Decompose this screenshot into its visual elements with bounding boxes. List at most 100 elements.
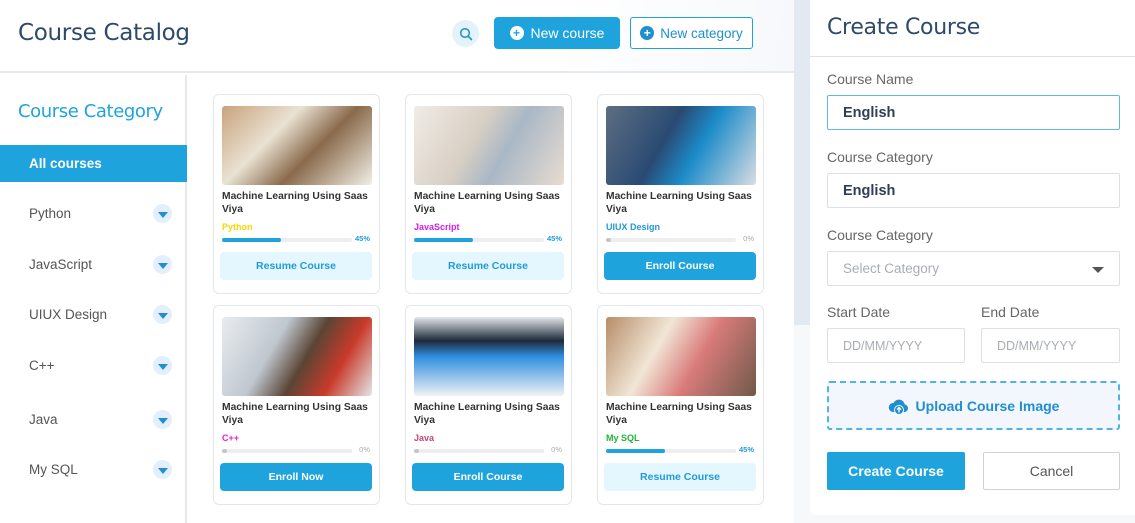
course-category: Python (222, 222, 253, 232)
course-card[interactable]: Machine Learning Using Saas Viya C++ 0% Enr… (213, 305, 380, 505)
sidebar-item-java[interactable]: Java (0, 401, 187, 438)
create-course-button[interactable]: Create Course (827, 452, 965, 490)
course-title: Machine Learning Using Saas Viya (222, 191, 368, 215)
course-thumbnail (414, 317, 564, 396)
course-category: C++ (222, 433, 240, 443)
catalog-main: Course Catalog + New course + New catego… (0, 0, 794, 523)
new-course-label: New course (530, 25, 605, 41)
progress-percent: 0% (551, 445, 562, 454)
upload-image-dropzone[interactable]: Upload Course Image (827, 381, 1120, 430)
course-action-button[interactable]: Resume Course (412, 252, 564, 280)
course-title: Machine Learning Using Saas Viya (414, 191, 560, 215)
chevron-down-icon[interactable] (153, 410, 172, 429)
progress-bar (222, 449, 352, 453)
course-category: UIUX Design (606, 222, 661, 232)
progress-fill (222, 449, 228, 453)
sidebar-item-label: All courses (29, 156, 102, 171)
course-thumbnail (606, 106, 756, 185)
progress-fill (222, 238, 281, 242)
select-placeholder: Select Category (843, 261, 940, 276)
progress-percent: 45% (546, 234, 562, 243)
course-title: Machine Learning Using Saas Viya (414, 402, 560, 426)
sidebar-item-label: Java (29, 412, 58, 427)
course-category: Java (414, 433, 435, 443)
sidebar-item-uiux-design[interactable]: UIUX Design (0, 296, 187, 333)
caret-down-icon (1092, 267, 1104, 273)
sidebar-item-label: C++ (29, 358, 55, 373)
plus-circle-icon: + (509, 26, 524, 40)
course-action-button[interactable]: Resume Course (220, 252, 372, 280)
sidebar-title: Course Category (18, 101, 163, 122)
search-icon (459, 27, 472, 40)
sidebar-item-javascript[interactable]: JavaScript (0, 246, 187, 283)
create-course-panel: Create Course Course Name English Course… (810, 0, 1135, 515)
chevron-down-icon[interactable] (153, 460, 172, 479)
course-name-label: Course Name (827, 71, 914, 87)
progress-fill (606, 449, 665, 453)
course-card[interactable]: Machine Learning Using Saas Viya JavaScri… (405, 94, 572, 294)
course-category-select-label: Course Category (827, 227, 933, 243)
course-card[interactable]: Machine Learning Using Saas Viya My SQL 45… (597, 305, 764, 505)
progress-bar (414, 238, 544, 242)
progress-percent: 0% (743, 234, 754, 243)
chevron-down-icon[interactable] (153, 204, 172, 223)
course-action-button[interactable]: Enroll Course (604, 252, 756, 280)
upload-label: Upload Course Image (915, 397, 1060, 414)
scrollbar[interactable] (794, 0, 810, 325)
new-course-button[interactable]: + New course (494, 17, 620, 49)
progress-percent: 45% (738, 445, 754, 454)
course-name-value: English (843, 104, 896, 121)
start-date-input[interactable]: DD/MM/YYYY (827, 328, 965, 363)
search-button[interactable] (452, 20, 479, 47)
progress-bar (606, 449, 736, 453)
course-thumbnail (414, 106, 564, 185)
chevron-down-icon[interactable] (153, 356, 172, 375)
progress-percent: 0% (359, 445, 370, 454)
course-category-input[interactable]: English (827, 173, 1120, 208)
cancel-button[interactable]: Cancel (983, 452, 1120, 490)
course-thumbnail (606, 317, 756, 396)
course-category: My SQL (606, 433, 640, 443)
chevron-down-icon[interactable] (153, 255, 172, 274)
sidebar-item-label: Python (29, 206, 72, 221)
course-thumbnail (222, 317, 372, 396)
course-card[interactable]: Machine Learning Using Saas Viya Java 0% En… (405, 305, 572, 505)
sidebar-item-python[interactable]: Python (0, 195, 187, 232)
panel-title: Create Course (827, 15, 981, 40)
sidebar-item-mysql[interactable]: My SQL (0, 451, 187, 488)
sidebar-item-label: My SQL (29, 462, 78, 477)
sidebar-item-cpp[interactable]: C++ (0, 347, 187, 384)
end-date-label: End Date (981, 304, 1040, 320)
progress-bar (606, 238, 736, 242)
end-date-input[interactable]: DD/MM/YYYY (981, 328, 1120, 363)
course-category: JavaScript (414, 222, 460, 232)
start-date-placeholder: DD/MM/YYYY (843, 338, 923, 353)
category-select[interactable]: Select Category (827, 251, 1120, 286)
chevron-down-icon[interactable] (153, 305, 172, 324)
progress-fill (414, 238, 473, 242)
progress-percent: 45% (354, 234, 370, 243)
new-category-button[interactable]: + New category (630, 17, 753, 49)
sidebar-item-all-courses[interactable]: All courses (0, 145, 187, 182)
course-category-value: English (843, 182, 896, 199)
end-date-placeholder: DD/MM/YYYY (997, 338, 1077, 353)
course-name-input[interactable]: English (827, 95, 1120, 130)
divider (810, 56, 1135, 57)
course-title: Machine Learning Using Saas Viya (606, 191, 752, 215)
cloud-upload-icon (888, 399, 908, 415)
start-date-label: Start Date (827, 304, 891, 320)
progress-bar (414, 449, 544, 453)
catalog-header: Course Catalog + New course + New catego… (0, 0, 794, 73)
category-sidebar: Course Category All courses Python JavaS… (0, 75, 187, 523)
course-card[interactable]: Machine Learning Using Saas Viya UIUX Des… (597, 94, 764, 294)
course-category-label: Course Category (827, 149, 933, 165)
sidebar-item-label: UIUX Design (29, 307, 108, 322)
course-action-button[interactable]: Resume Course (604, 463, 756, 491)
course-card[interactable]: Machine Learning Using Saas Viya Python 45… (213, 94, 380, 294)
sidebar-item-label: JavaScript (29, 257, 93, 272)
course-action-button[interactable]: Enroll Course (412, 463, 564, 491)
course-action-button[interactable]: Enroll Now (220, 463, 372, 491)
page-title: Course Catalog (18, 20, 190, 46)
course-thumbnail (222, 106, 372, 185)
progress-bar (222, 238, 352, 242)
